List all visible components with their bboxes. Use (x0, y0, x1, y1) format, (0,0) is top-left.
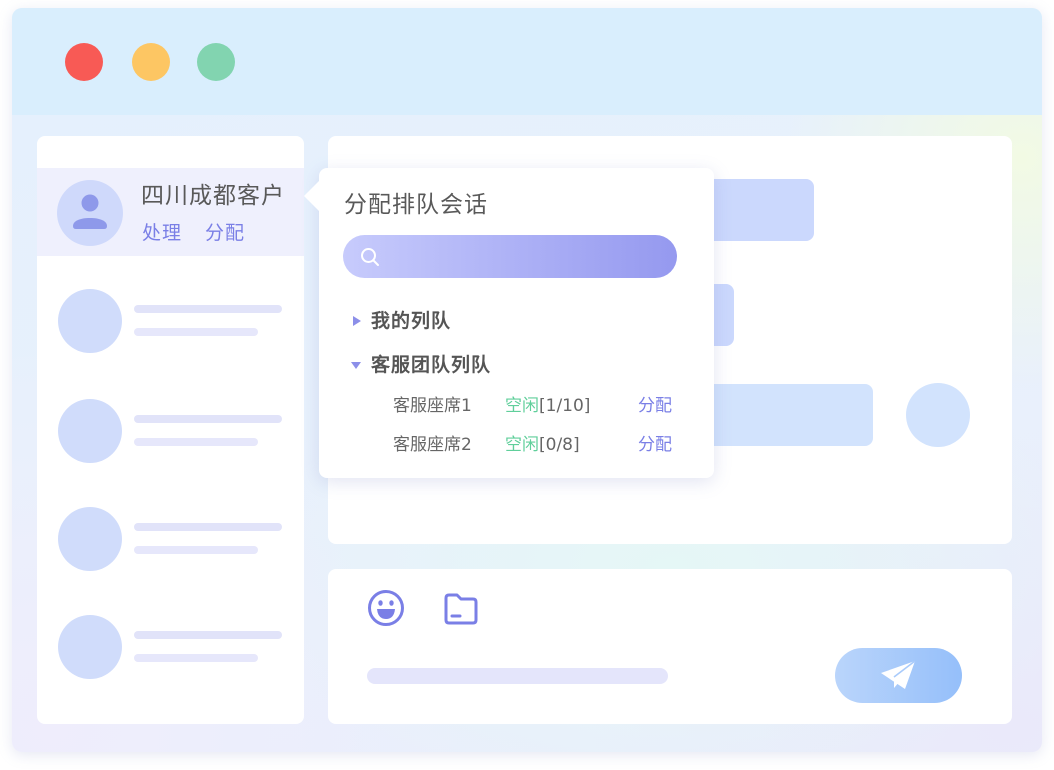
agent-status: 空闲[1/10] (505, 394, 590, 418)
queue-group-label: 客服团队列队 (371, 354, 492, 376)
contact-item[interactable] (37, 485, 304, 593)
send-button[interactable] (835, 648, 962, 703)
contact-item-active[interactable]: 四川成都客户 处理 分配 (37, 168, 304, 256)
contact-item[interactable] (37, 267, 304, 375)
queue-group-label: 我的列队 (371, 310, 452, 332)
window-close-button[interactable] (65, 43, 103, 81)
message-input[interactable] (367, 668, 668, 684)
contact-name-placeholder (134, 305, 282, 313)
agent-row: 客服座席1 空闲[1/10] 分配 (319, 394, 714, 418)
contact-name: 四川成都客户 (141, 183, 285, 209)
agent-name: 客服座席1 (393, 396, 472, 416)
contact-preview-placeholder (134, 438, 258, 446)
contact-name-placeholder (134, 523, 282, 531)
queue-group-team[interactable]: 客服团队列队 (319, 353, 714, 377)
caret-down-icon (351, 362, 361, 369)
popup-title: 分配排队会话 (344, 192, 488, 218)
app-window: 四川成都客户 处理 分配 分配排队会话 我的列队 客服团队列队 客服座席1 空闲… (12, 8, 1042, 752)
avatar (58, 507, 122, 571)
contact-preview-placeholder (134, 546, 258, 554)
window-minimize-button[interactable] (132, 43, 170, 81)
contact-name-placeholder (134, 415, 282, 423)
status-badge: 空闲 (505, 396, 539, 416)
emoji-icon (368, 590, 404, 626)
agent-load: [1/10] (539, 396, 591, 416)
user-icon (73, 194, 107, 229)
assign-agent-button[interactable]: 分配 (638, 394, 672, 418)
status-badge: 空闲 (505, 435, 539, 455)
window-maximize-button[interactable] (197, 43, 235, 81)
assign-agent-button[interactable]: 分配 (638, 433, 672, 457)
avatar (58, 399, 122, 463)
conversation-list: 四川成都客户 处理 分配 (37, 136, 304, 724)
message-composer (328, 569, 1012, 724)
folder-button[interactable] (442, 592, 480, 626)
agent-name: 客服座席2 (393, 435, 472, 455)
avatar (906, 383, 970, 447)
queue-group-mine[interactable]: 我的列队 (319, 309, 714, 333)
contact-preview-placeholder (134, 328, 258, 336)
assign-queue-popup: 分配排队会话 我的列队 客服团队列队 客服座席1 空闲[1/10] 分配 客服座… (304, 168, 714, 478)
contact-preview-placeholder (134, 654, 258, 662)
agent-status: 空闲[0/8] (505, 433, 580, 457)
search-input[interactable] (343, 235, 677, 278)
agent-row: 客服座席2 空闲[0/8] 分配 (319, 433, 714, 457)
avatar (57, 180, 123, 246)
handle-link[interactable]: 处理 (142, 220, 182, 246)
popup-pointer (304, 180, 320, 212)
agent-load: [0/8] (539, 435, 580, 455)
emoji-button[interactable] (367, 589, 405, 627)
avatar (58, 289, 122, 353)
folder-icon (444, 593, 478, 625)
contact-item[interactable] (37, 377, 304, 485)
avatar (58, 615, 122, 679)
assign-link[interactable]: 分配 (205, 220, 245, 246)
contact-name-placeholder (134, 631, 282, 639)
contact-item[interactable] (37, 593, 304, 701)
title-bar (12, 8, 1042, 115)
search-icon (361, 248, 379, 266)
caret-right-icon (353, 316, 361, 326)
paper-plane-icon (881, 660, 916, 689)
